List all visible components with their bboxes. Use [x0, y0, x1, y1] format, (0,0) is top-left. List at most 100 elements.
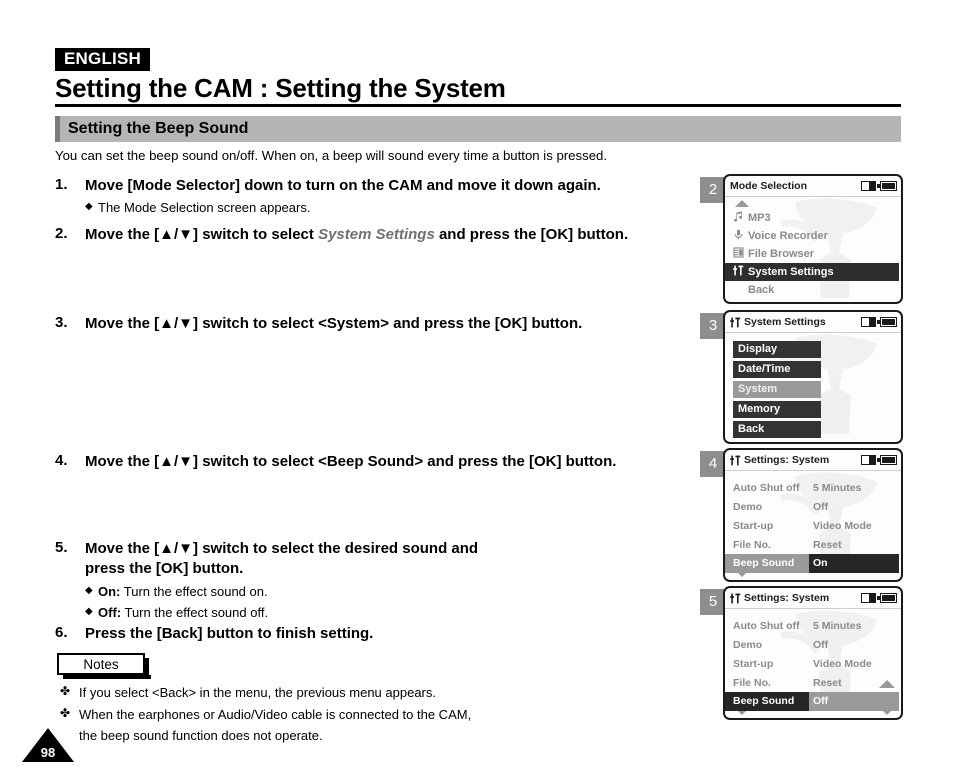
language-badge: ENGLISH [55, 48, 150, 71]
step-2: 2. Move the [▲/▼] switch to select System… [55, 225, 628, 245]
menu-item-mp3[interactable]: MP3 [725, 209, 901, 227]
settings-item-system[interactable]: System [733, 381, 821, 398]
setting-value[interactable]: Reset [809, 677, 899, 689]
setting-row-demo[interactable]: Demo Off [725, 635, 899, 654]
step-text: Press the [Back] button to finish settin… [85, 625, 374, 642]
lcd-body: Auto Shut off 5 Minutes Demo Off Start-up Vid… [725, 471, 901, 575]
setting-value[interactable]: Off [809, 639, 899, 651]
battery-icon [877, 181, 897, 191]
menu-item-system-settings[interactable]: System Settings [725, 263, 899, 281]
note-text: When the earphones or Audio/Video cable … [79, 706, 472, 722]
lcd-body: Display Date/Time System Memory Back [725, 333, 901, 438]
lcd-title-bar: Settings: System [725, 588, 901, 609]
lcd-screen: System Settings Display Date/Time System Mem… [723, 310, 903, 444]
step-text: Move the [▲/▼] switch to select <Beep So… [85, 453, 617, 470]
step-subitem-text: On: Turn the effect sound on. [98, 583, 268, 599]
setting-value[interactable]: 5 Minutes [809, 620, 899, 632]
menu-item-label: Voice Recorder [748, 230, 828, 242]
setting-key: Start-up [733, 657, 774, 670]
setting-row-demo[interactable]: Demo Off [725, 497, 899, 516]
step-text: Move the [▲/▼] switch to select System S… [85, 226, 629, 243]
setting-value[interactable]: Reset [809, 539, 899, 551]
memory-card-icon [861, 317, 876, 327]
step-subitem: ◆ Off: Turn the effect sound off. [85, 604, 478, 623]
manual-page: ENGLISH Setting the CAM : Setting the Sy… [0, 0, 954, 779]
setting-row-beep-sound[interactable]: Beep Sound On [725, 554, 899, 573]
setting-row-file-no-[interactable]: File No. Reset [725, 673, 899, 692]
lcd-screen: Settings: System Auto Shut off 5 Minutes De… [723, 448, 903, 582]
menu-item-back[interactable]: Back [725, 281, 901, 299]
setting-value[interactable]: 5 Minutes [809, 482, 899, 494]
lcd-status-icons [861, 455, 897, 465]
lcd-screen: Settings: System Auto Shut off 5 Minutes De… [723, 586, 903, 720]
step-number: 6. [55, 624, 68, 641]
settings-item-date-time[interactable]: Date/Time [733, 361, 821, 378]
setting-row-beep-sound[interactable]: Beep Sound Off [725, 692, 899, 711]
intro-paragraph: You can set the beep sound on/off. When … [55, 148, 608, 163]
setting-row-start-up[interactable]: Start-up Video Mode [725, 654, 899, 673]
step-subitem: ◆ The Mode Selection screen appears. [85, 199, 601, 218]
setting-key: File No. [733, 538, 771, 551]
setting-value[interactable]: On [809, 554, 899, 573]
sliders-icon [730, 593, 741, 604]
memory-card-icon [861, 455, 876, 465]
lcd-title-bar: Mode Selection [725, 176, 901, 197]
menu-item-file-browser[interactable]: File Browser [725, 245, 901, 263]
setting-row-start-up[interactable]: Start-up Video Mode [725, 516, 899, 535]
notes-label-box: Notes [57, 653, 151, 679]
memory-card-icon [861, 181, 876, 191]
setting-key: Auto Shut off [733, 481, 800, 494]
lcd-title-text: Settings: System [744, 454, 830, 466]
step-3: 3. Move the [▲/▼] switch to select <Syste… [55, 314, 582, 334]
scroll-up-arrow-icon[interactable] [735, 200, 749, 207]
title-divider [55, 104, 901, 107]
setting-value[interactable]: Off [809, 501, 899, 513]
diamond-bullet-icon: ◆ [85, 201, 93, 213]
setting-value[interactable]: Off [809, 692, 899, 711]
section-title: Setting the Beep Sound [68, 120, 249, 137]
menu-item-voice-recorder[interactable]: Voice Recorder [725, 227, 901, 245]
setting-row-auto-shut-off[interactable]: Auto Shut off 5 Minutes [725, 616, 899, 635]
step-4: 4. Move the [▲/▼] switch to select <Beep … [55, 452, 616, 472]
lcd-body: Auto Shut off 5 Minutes Demo Off Start-up Vid… [725, 609, 901, 713]
step-subitem: ◆ On: Turn the effect sound on. [85, 583, 478, 602]
setting-row-auto-shut-off[interactable]: Auto Shut off 5 Minutes [725, 478, 899, 497]
note-text-continued: the beep sound function does not operate… [79, 728, 323, 744]
step-number: 3. [55, 314, 68, 331]
setting-key: Beep Sound [725, 692, 809, 711]
section-header: Setting the Beep Sound [55, 116, 901, 142]
lcd-title-text: Settings: System [744, 592, 830, 604]
page-title: Setting the CAM : Setting the System [55, 73, 506, 103]
step-subitem-text: The Mode Selection screen appears. [98, 200, 311, 216]
setting-value[interactable]: Video Mode [809, 520, 899, 532]
battery-icon [877, 593, 897, 603]
settings-item-display[interactable]: Display [733, 341, 821, 358]
lcd-status-icons [861, 181, 897, 191]
step-number: 5. [55, 539, 68, 556]
lcd-title-text: Mode Selection [730, 180, 808, 192]
lcd-title-text: System Settings [744, 316, 826, 328]
lcd-title-bar: System Settings [725, 312, 901, 333]
setting-key: Demo [733, 638, 763, 651]
step-6: 6. Press the [Back] button to finish sett… [55, 624, 373, 644]
page-number: 98 [40, 745, 56, 760]
microphone-icon [731, 229, 745, 243]
step-text: Move [Mode Selector] down to turn on the… [85, 177, 601, 194]
setting-value[interactable]: Video Mode [809, 658, 899, 670]
menu-item-label: Back [748, 284, 775, 296]
notes-list: ✤ If you select <Back> in the menu, the p… [55, 684, 615, 745]
step-number: 2. [55, 225, 68, 242]
step-1: 1. Move [Mode Selector] down to turn on t… [55, 176, 601, 218]
setting-row-file-no-[interactable]: File No. Reset [725, 535, 899, 554]
step-text: Move the [▲/▼] switch to select the desi… [85, 540, 479, 578]
settings-item-memory[interactable]: Memory [733, 401, 821, 418]
note-item: ✤ If you select <Back> in the menu, the p… [55, 684, 615, 702]
settings-item-back[interactable]: Back [733, 421, 821, 438]
music-note-icon [731, 211, 745, 225]
note-text: If you select <Back> in the menu, the pr… [79, 685, 436, 700]
step-subitem-text: Off: Turn the effect sound off. [98, 605, 269, 621]
battery-icon [877, 455, 897, 465]
lcd-body: MP3 Voice Recorder File Browser System Sett… [725, 197, 901, 301]
battery-icon [877, 317, 897, 327]
step-text: Move the [▲/▼] switch to select <System>… [85, 315, 583, 332]
